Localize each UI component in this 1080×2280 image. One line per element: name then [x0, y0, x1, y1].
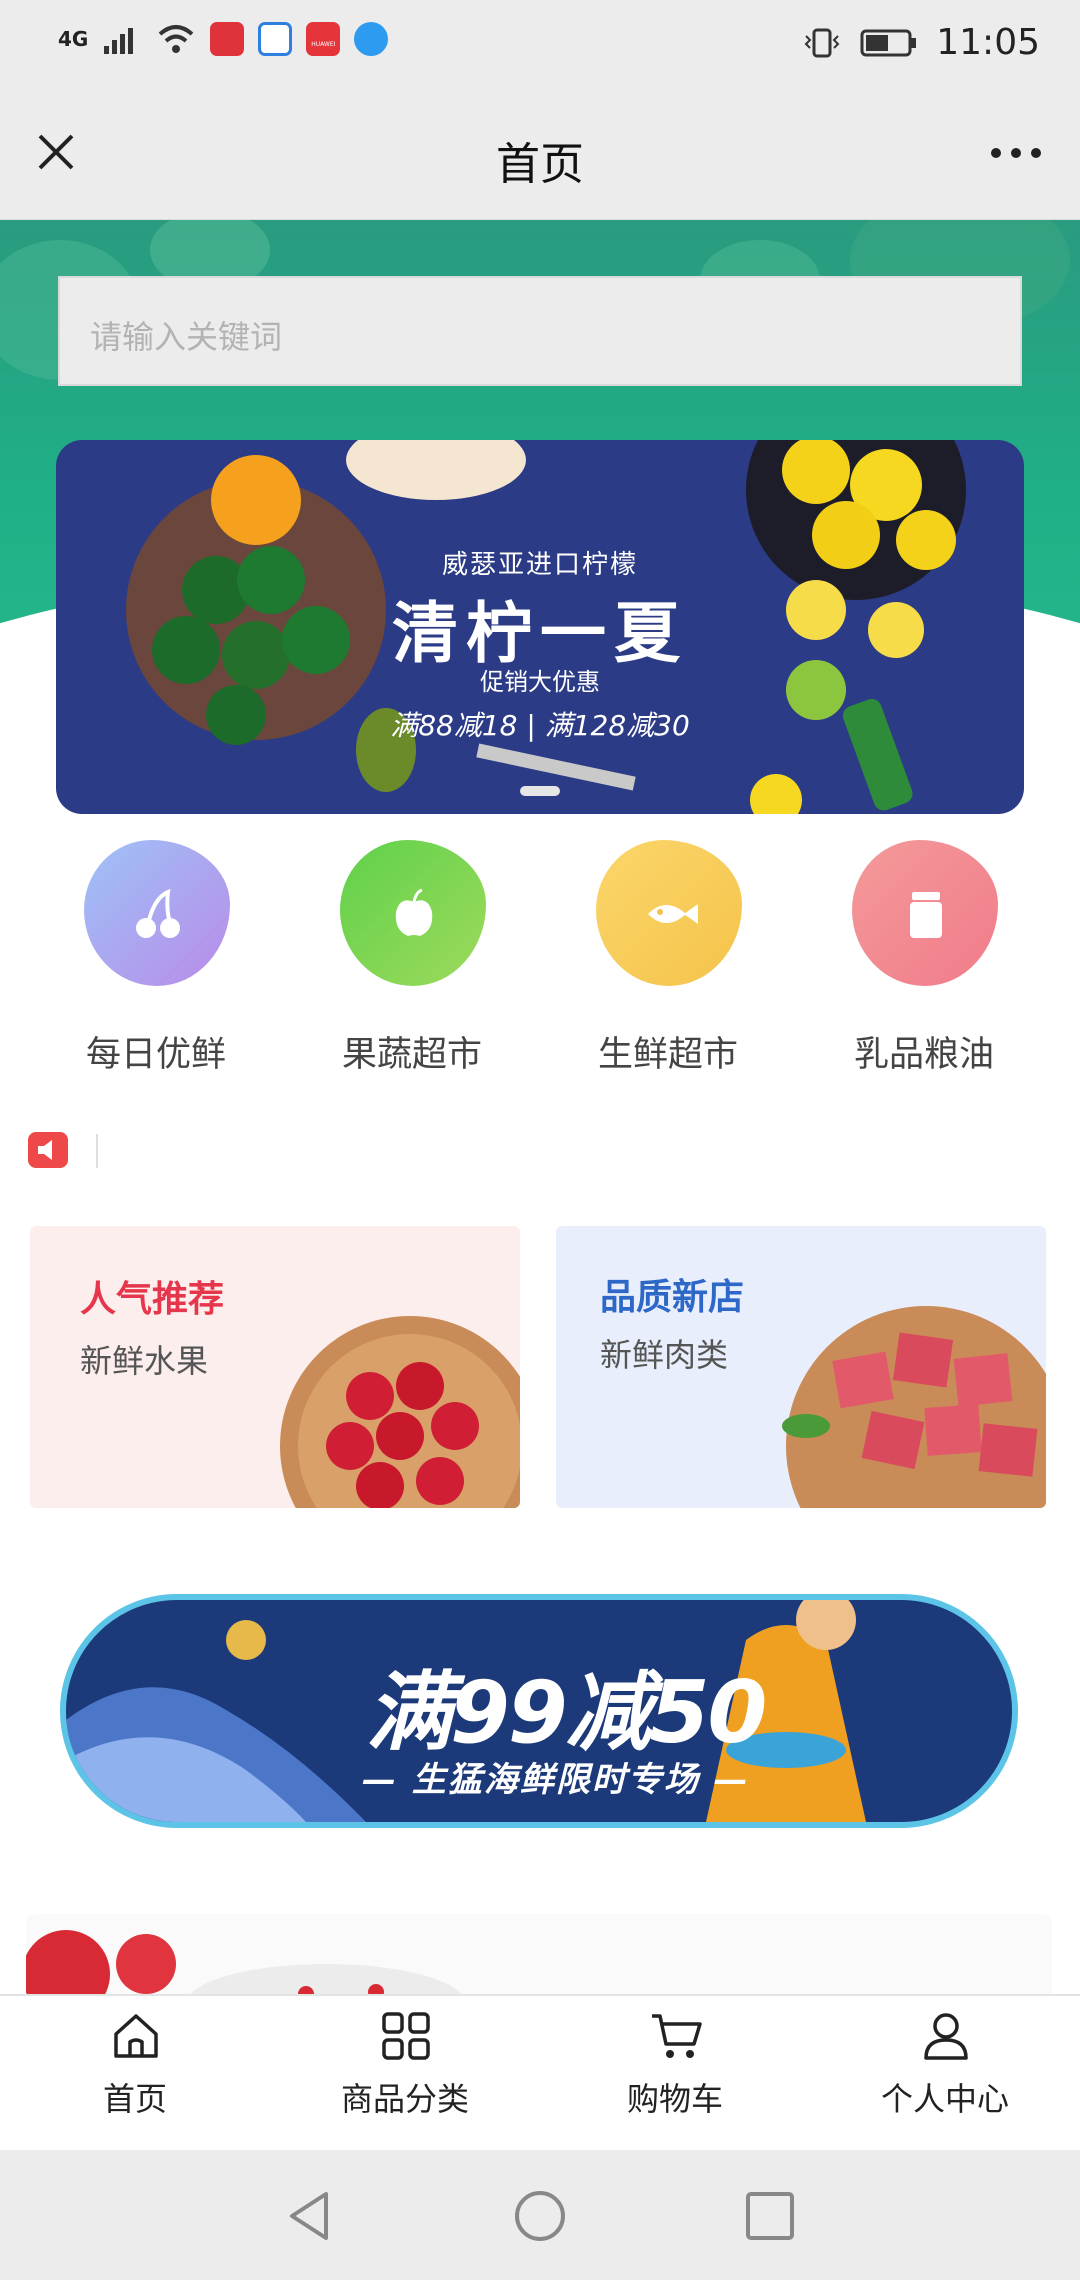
cart-icon: [652, 2014, 702, 2058]
wifi-icon: [159, 25, 194, 53]
status-bar: 4G HUAWEI 11:05: [0, 0, 1080, 90]
card-subtitle: 新鲜水果: [80, 1342, 209, 1380]
category-label: 果蔬超市: [341, 1035, 482, 1075]
tab-profile[interactable]: 个人中心: [810, 1996, 1080, 2152]
banner-tagline: 促销大优惠: [480, 668, 600, 696]
card-subtitle: 新鲜肉类: [600, 1336, 729, 1374]
home-nav-icon[interactable]: [512, 2188, 568, 2244]
card-title: 品质新店: [600, 1277, 745, 1318]
system-nav-bar: [0, 2150, 1080, 2280]
book-app-icon: [210, 22, 245, 56]
strawberry-image: [26, 1930, 462, 1994]
home-icon: [114, 2014, 158, 2058]
search-input[interactable]: 请输入关键词: [58, 276, 1022, 386]
banner-subtitle: 威瑟亚进口柠檬: [441, 550, 638, 580]
network-label: 4G: [58, 27, 89, 51]
cherry-icon: [136, 888, 180, 938]
grid-icon: [382, 2012, 430, 2060]
back-icon[interactable]: [282, 2188, 338, 2244]
notice-divider: [96, 1134, 98, 1168]
category-item[interactable]: 生鲜超市: [568, 836, 768, 1086]
chat-app-icon: [258, 22, 293, 56]
product-card-peek[interactable]: [26, 1914, 1052, 1994]
browser-app-icon: [354, 22, 389, 56]
page-title: 首页: [496, 139, 584, 190]
fish-icon: [648, 904, 698, 924]
category-label: 乳品粮油: [853, 1035, 994, 1075]
category-item[interactable]: 乳品粮油: [824, 836, 1024, 1086]
category-item[interactable]: 果蔬超市: [312, 836, 512, 1086]
status-left: 4G HUAWEI: [58, 22, 389, 56]
vibrate-icon: [804, 28, 840, 57]
title-bar: 首页: [0, 90, 1080, 220]
promo-subline: — 生猛海鲜限时专场 —: [362, 1760, 750, 1800]
tab-cart[interactable]: 购物车: [540, 1996, 810, 2152]
promo-headline: 满99减50: [366, 1663, 767, 1763]
notice-bar[interactable]: [28, 1132, 1052, 1168]
category-label: 生鲜超市: [597, 1035, 738, 1075]
tab-label: 购物车: [626, 2080, 723, 2118]
apple-icon: [395, 888, 433, 936]
tab-label: 个人中心: [880, 2080, 1009, 2118]
huawei-store-icon: HUAWEI: [306, 22, 341, 56]
battery-icon: [860, 29, 917, 56]
category-label: 每日优鲜: [85, 1035, 226, 1075]
tab-home[interactable]: 首页: [0, 1996, 270, 2152]
meat-bowl-image: [782, 1306, 1046, 1508]
tab-categories[interactable]: 商品分类: [270, 1996, 540, 2152]
recents-icon[interactable]: [742, 2188, 798, 2244]
strawberry-bowl-image: [280, 1316, 520, 1508]
banner-offer: 满88减18 | 满128减30: [390, 709, 690, 742]
clock: 11:05: [936, 22, 1040, 63]
jar-icon: [910, 892, 942, 938]
tab-label: 首页: [102, 2080, 167, 2118]
card-title: 人气推荐: [80, 1279, 225, 1320]
search-placeholder: 请输入关键词: [90, 318, 283, 356]
more-options-icon[interactable]: [986, 138, 1046, 168]
bottom-tab-bar: 首页 商品分类 购物车 个人中心: [0, 1994, 1080, 2150]
speaker-icon: [28, 1132, 68, 1168]
status-right: 11:05: [802, 22, 1040, 63]
feature-card-popular[interactable]: 人气推荐 新鲜水果: [30, 1226, 520, 1508]
feature-card-new-store[interactable]: 品质新店 新鲜肉类: [556, 1226, 1046, 1508]
promo-banner-lemon[interactable]: 威瑟亚进口柠檬 清柠一夏 促销大优惠 满88减18 | 满128减30: [56, 440, 1024, 814]
promo-banner-seafood[interactable]: 满99减50 — 生猛海鲜限时专场 —: [60, 1594, 1018, 1828]
user-icon: [924, 2013, 968, 2060]
category-item[interactable]: 每日优鲜: [56, 836, 256, 1086]
carousel-indicator[interactable]: [520, 786, 560, 796]
category-grid: 每日优鲜 果蔬超市 生鲜超市 乳品粮油: [0, 836, 1080, 1086]
tab-label: 商品分类: [340, 2080, 469, 2118]
signal-icon: [104, 28, 134, 54]
